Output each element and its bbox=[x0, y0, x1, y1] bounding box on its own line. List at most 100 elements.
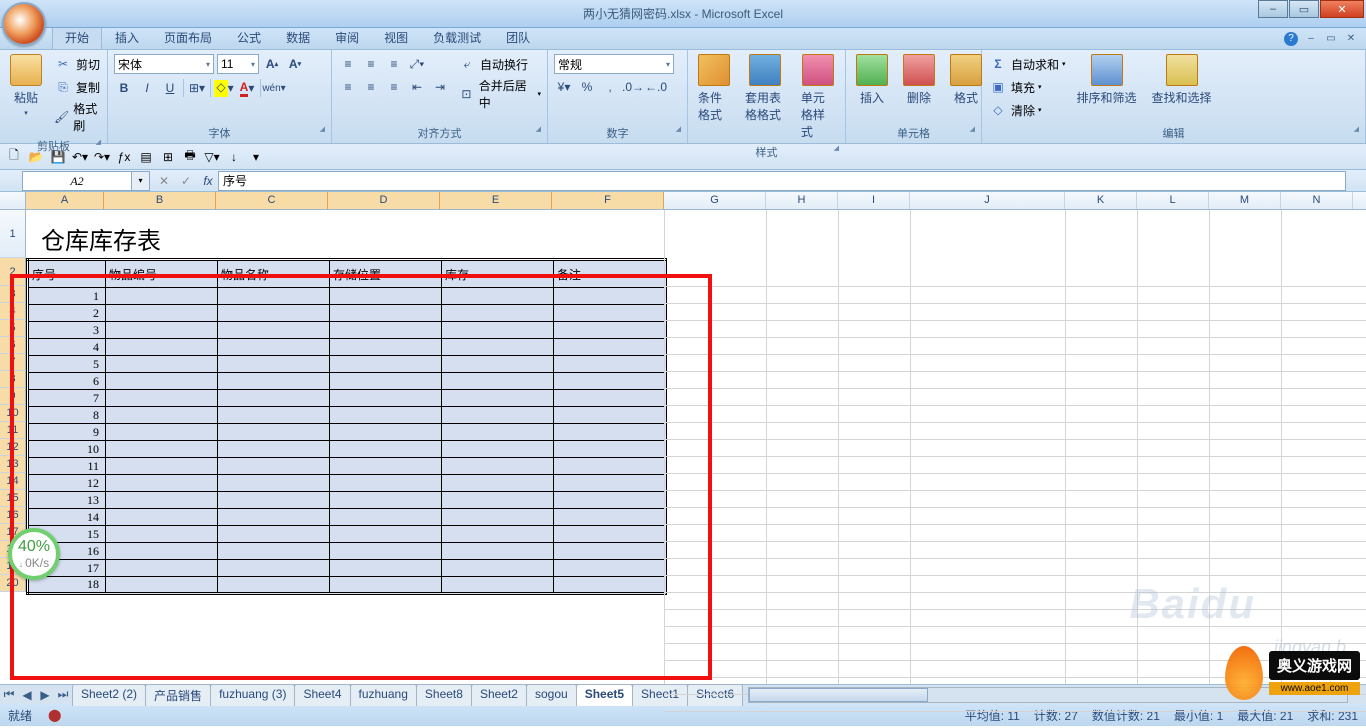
table-cell[interactable] bbox=[106, 407, 218, 424]
table-cell[interactable] bbox=[330, 339, 442, 356]
align-right-button[interactable]: ≡ bbox=[384, 77, 404, 97]
align-mid-button[interactable]: ≡ bbox=[361, 54, 381, 74]
table-cell[interactable] bbox=[442, 441, 554, 458]
table-cell[interactable] bbox=[106, 560, 218, 577]
table-cell[interactable] bbox=[442, 322, 554, 339]
qat-table-icon[interactable]: ⊞ bbox=[158, 147, 178, 167]
table-header[interactable]: 物品编号 bbox=[106, 260, 218, 288]
tab-页面布局[interactable]: 页面布局 bbox=[152, 26, 224, 49]
font-name-combo[interactable]: 宋体▾ bbox=[114, 54, 214, 74]
table-cell[interactable] bbox=[218, 475, 330, 492]
col-header-E[interactable]: E bbox=[440, 192, 552, 209]
table-cell[interactable] bbox=[330, 288, 442, 305]
sheet-tab-Sheet2[interactable]: Sheet2 bbox=[471, 684, 527, 706]
table-cell[interactable]: 3 bbox=[28, 322, 106, 339]
table-cell[interactable] bbox=[554, 322, 666, 339]
table-cell[interactable] bbox=[106, 509, 218, 526]
table-cell[interactable] bbox=[554, 526, 666, 543]
table-cell[interactable] bbox=[106, 322, 218, 339]
indent-button[interactable]: ⇥ bbox=[430, 77, 450, 97]
table-cell[interactable] bbox=[330, 373, 442, 390]
col-header-M[interactable]: M bbox=[1209, 192, 1281, 209]
table-cell[interactable] bbox=[442, 305, 554, 322]
phonetic-button[interactable]: wén▾ bbox=[264, 78, 284, 98]
row-header-5[interactable]: 5 bbox=[0, 320, 26, 337]
tab-nav-next[interactable]: ▶ bbox=[36, 688, 54, 702]
table-cell[interactable]: 9 bbox=[28, 424, 106, 441]
tab-插入[interactable]: 插入 bbox=[103, 26, 151, 49]
tab-视图[interactable]: 视图 bbox=[372, 26, 420, 49]
qat-filter-icon[interactable]: ▽▾ bbox=[202, 147, 222, 167]
table-cell[interactable] bbox=[330, 322, 442, 339]
table-cell[interactable] bbox=[106, 458, 218, 475]
office-button[interactable] bbox=[2, 2, 46, 46]
italic-button[interactable]: I bbox=[137, 78, 157, 98]
table-cell[interactable] bbox=[106, 543, 218, 560]
qat-more-icon[interactable]: ▾ bbox=[246, 147, 266, 167]
insert-cells-button[interactable]: 插入 bbox=[850, 52, 894, 108]
table-header[interactable]: 序号 bbox=[28, 260, 106, 288]
table-cell[interactable] bbox=[442, 339, 554, 356]
table-cell[interactable] bbox=[330, 424, 442, 441]
table-cell[interactable]: 4 bbox=[28, 339, 106, 356]
col-header-G[interactable]: G bbox=[664, 192, 766, 209]
orientation-button[interactable]: ⤢▾ bbox=[407, 54, 427, 74]
table-cell[interactable] bbox=[218, 390, 330, 407]
sheet-tab-Sheet8[interactable]: Sheet8 bbox=[416, 684, 472, 706]
row-header-4[interactable]: 4 bbox=[0, 303, 26, 320]
row-header-8[interactable]: 8 bbox=[0, 371, 26, 388]
table-cell[interactable] bbox=[442, 509, 554, 526]
align-center-button[interactable]: ≡ bbox=[361, 77, 381, 97]
delete-cells-button[interactable]: 删除 bbox=[897, 52, 941, 108]
table-header[interactable]: 库存 bbox=[442, 260, 554, 288]
table-cell[interactable]: 2 bbox=[28, 305, 106, 322]
align-bot-button[interactable]: ≡ bbox=[384, 54, 404, 74]
col-header-K[interactable]: K bbox=[1065, 192, 1137, 209]
tab-团队[interactable]: 团队 bbox=[494, 26, 542, 49]
col-header-F[interactable]: F bbox=[552, 192, 664, 209]
tab-负载测试[interactable]: 负载测试 bbox=[421, 26, 493, 49]
table-cell[interactable]: 8 bbox=[28, 407, 106, 424]
table-cell[interactable] bbox=[106, 390, 218, 407]
bold-button[interactable]: B bbox=[114, 78, 134, 98]
currency-button[interactable]: ¥▾ bbox=[554, 77, 574, 97]
table-cell[interactable] bbox=[106, 475, 218, 492]
table-cell[interactable] bbox=[106, 492, 218, 509]
table-cell[interactable] bbox=[554, 475, 666, 492]
underline-button[interactable]: U bbox=[160, 78, 180, 98]
sheet-tab-sogou[interactable]: sogou bbox=[526, 684, 577, 706]
col-header-J[interactable]: J bbox=[910, 192, 1065, 209]
format-painter-button[interactable]: 格式刷 bbox=[53, 100, 101, 134]
row-header-2[interactable]: 2 bbox=[0, 258, 26, 286]
row-header-14[interactable]: 14 bbox=[0, 473, 26, 490]
col-header-C[interactable]: C bbox=[216, 192, 328, 209]
col-header-I[interactable]: I bbox=[838, 192, 910, 209]
table-cell[interactable] bbox=[442, 543, 554, 560]
sort-filter-button[interactable]: 排序和筛选 bbox=[1071, 52, 1143, 108]
table-cell[interactable] bbox=[442, 492, 554, 509]
table-cell[interactable] bbox=[218, 373, 330, 390]
table-cell[interactable] bbox=[218, 577, 330, 594]
row-header-11[interactable]: 11 bbox=[0, 422, 26, 439]
find-select-button[interactable]: 查找和选择 bbox=[1146, 52, 1218, 108]
wrap-text-button[interactable]: ⤶自动换行 bbox=[457, 54, 541, 74]
table-cell[interactable] bbox=[554, 407, 666, 424]
qat-sort-icon[interactable]: ↓ bbox=[224, 147, 244, 167]
table-cell[interactable] bbox=[554, 458, 666, 475]
table-cell[interactable] bbox=[442, 288, 554, 305]
table-cell[interactable] bbox=[442, 560, 554, 577]
table-cell[interactable] bbox=[330, 509, 442, 526]
table-cell[interactable]: 13 bbox=[28, 492, 106, 509]
table-cell[interactable] bbox=[330, 577, 442, 594]
sheet-tab-fuzhuang (3)[interactable]: fuzhuang (3) bbox=[210, 684, 295, 706]
table-cell[interactable] bbox=[218, 288, 330, 305]
table-cell[interactable]: 6 bbox=[28, 373, 106, 390]
tab-nav-last[interactable]: ⏭ bbox=[54, 687, 72, 702]
fx-icon[interactable]: fx bbox=[198, 171, 218, 191]
font-size-combo[interactable]: 11▾ bbox=[217, 54, 259, 74]
table-cell[interactable] bbox=[554, 492, 666, 509]
table-cell[interactable] bbox=[218, 339, 330, 356]
table-cell[interactable] bbox=[442, 526, 554, 543]
table-cell[interactable] bbox=[442, 373, 554, 390]
help-icon[interactable]: ? bbox=[1284, 32, 1298, 46]
